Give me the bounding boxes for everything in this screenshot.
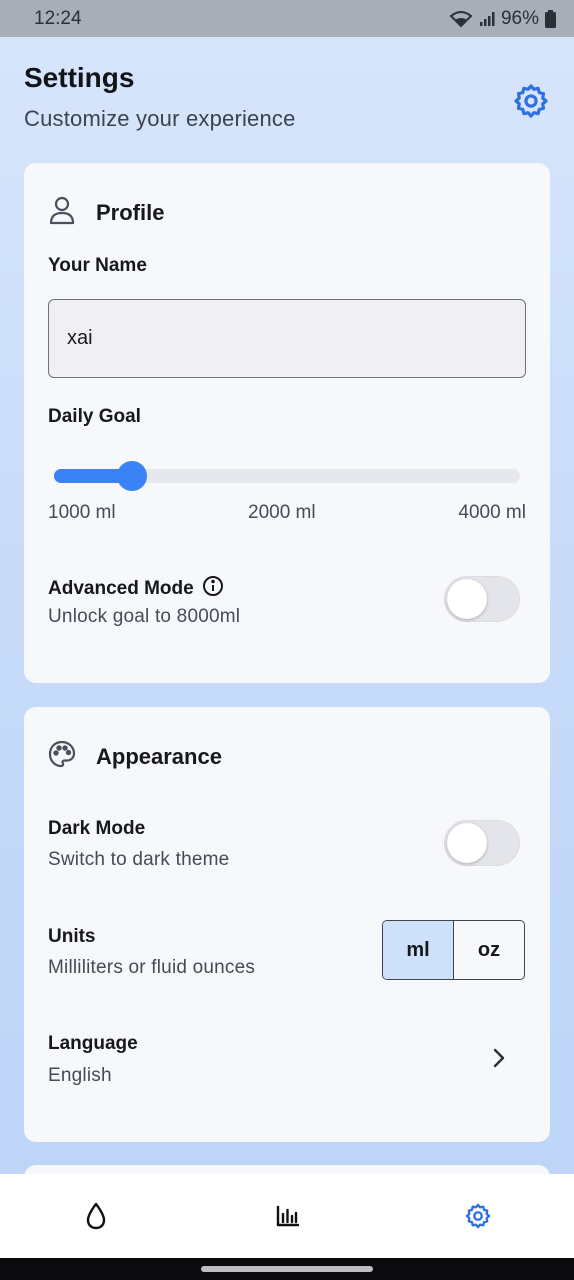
user-icon: [48, 195, 76, 230]
chevron-right-icon[interactable]: [492, 1047, 506, 1074]
name-label: Your Name: [48, 255, 147, 276]
page-header: Settings Customize your experience: [24, 62, 550, 142]
nav-gear-icon[interactable]: [448, 1202, 508, 1230]
palette-icon: [48, 740, 76, 773]
units-option-ml[interactable]: ml: [383, 921, 454, 979]
slider-thumb[interactable]: [117, 461, 147, 491]
status-icons: 96%: [449, 8, 556, 30]
name-input[interactable]: xai: [48, 299, 526, 378]
daily-goal-label: Daily Goal: [48, 406, 141, 427]
units-segmented-control[interactable]: ml oz: [382, 920, 525, 980]
page-subtitle: Customize your experience: [24, 106, 296, 131]
toggle-knob: [447, 579, 487, 619]
nav-bar-chart-icon[interactable]: [257, 1205, 317, 1227]
advanced-mode-label: Advanced Mode: [48, 578, 194, 599]
language-label: Language: [48, 1033, 138, 1054]
nav-water-drop-icon[interactable]: [66, 1202, 126, 1230]
battery-percent: 96%: [500, 7, 539, 29]
page-title: Settings: [24, 62, 135, 93]
battery-icon: [545, 9, 556, 28]
gesture-handle[interactable]: [201, 1266, 373, 1272]
dark-mode-sub: Switch to dark theme: [48, 849, 230, 870]
status-bar: 12:24 96%: [0, 0, 574, 37]
profile-section-header: Profile: [48, 195, 164, 230]
dark-mode-toggle[interactable]: [444, 820, 520, 866]
wifi-icon: [449, 10, 473, 28]
toggle-knob: [447, 823, 487, 863]
daily-goal-slider[interactable]: [54, 461, 520, 491]
units-sub: Milliliters or fluid ounces: [48, 957, 256, 978]
bottom-navigation: [0, 1174, 574, 1258]
profile-card: Profile Your Name xai Daily Goal 1000 ml…: [24, 163, 550, 683]
appearance-card: Appearance Dark Mode Switch to dark them…: [24, 707, 550, 1142]
goal-tick-min: 1000 ml: [48, 502, 116, 523]
signal-icon: [479, 11, 495, 27]
advanced-mode-toggle[interactable]: [444, 576, 520, 622]
goal-tick-mid: 2000 ml: [248, 502, 316, 523]
gear-icon[interactable]: [512, 82, 550, 120]
info-icon[interactable]: [202, 575, 224, 603]
advanced-mode-row: Advanced Mode: [48, 575, 224, 603]
dark-mode-label: Dark Mode: [48, 818, 146, 839]
goal-tick-max: 4000 ml: [458, 502, 526, 523]
advanced-mode-sub: Unlock goal to 8000ml: [48, 606, 241, 627]
status-time: 12:24: [34, 7, 82, 29]
units-option-oz[interactable]: oz: [454, 921, 524, 979]
units-label: Units: [48, 926, 96, 947]
appearance-section-header: Appearance: [48, 740, 222, 773]
profile-section-title: Profile: [96, 199, 165, 225]
appearance-section-title: Appearance: [96, 743, 222, 769]
name-input-value: xai: [67, 327, 93, 349]
language-value: English: [48, 1065, 112, 1086]
gesture-bar: [0, 1258, 574, 1280]
